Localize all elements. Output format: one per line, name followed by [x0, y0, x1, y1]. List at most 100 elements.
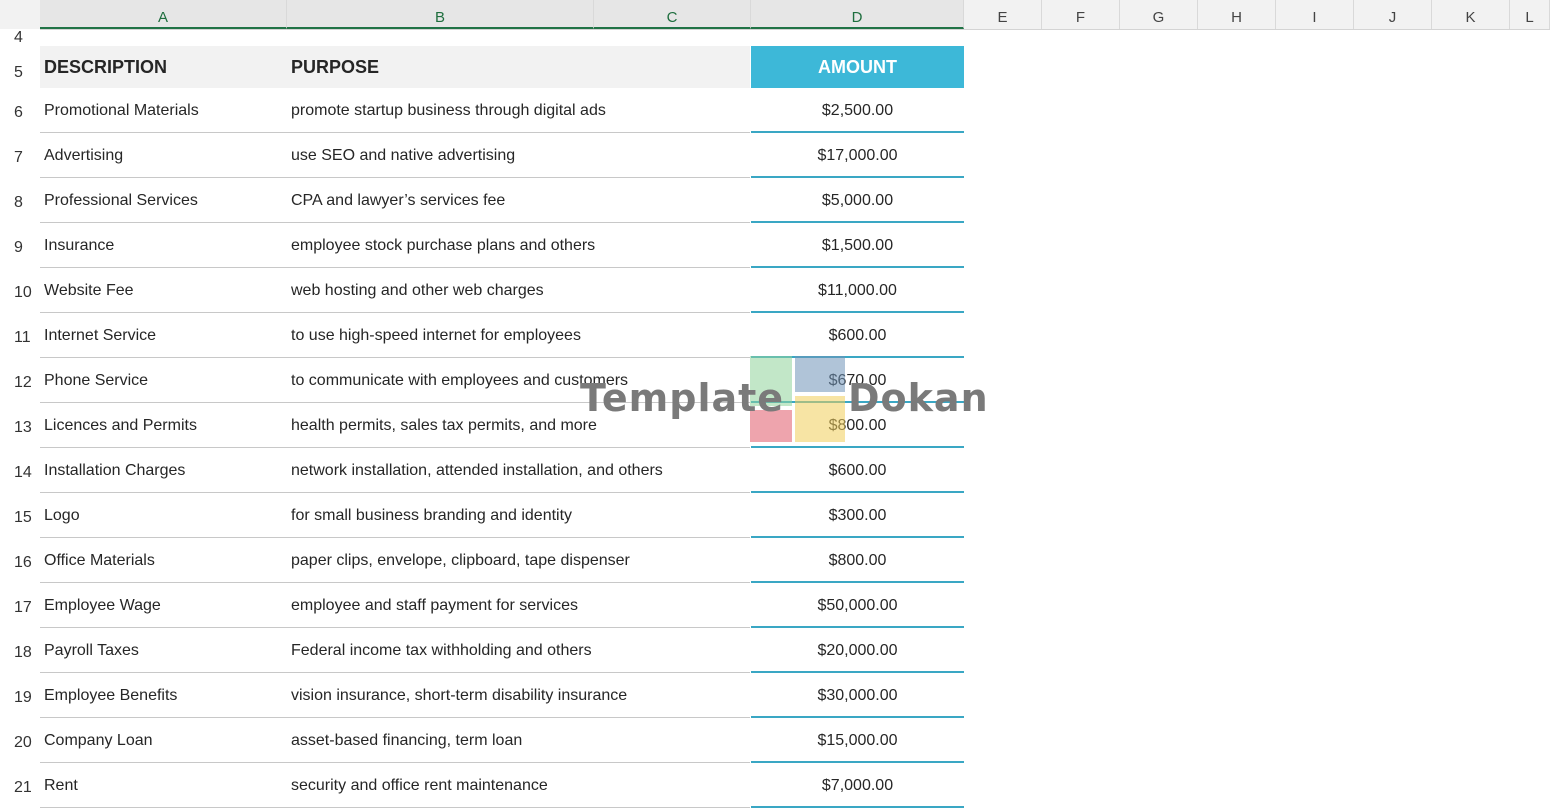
- cell-amount[interactable]: $300.00: [751, 493, 964, 538]
- cell-purpose[interactable]: for small business branding and identity: [291, 493, 572, 538]
- column-header-a[interactable]: A: [40, 0, 287, 29]
- cell-amount[interactable]: $670.00: [751, 358, 964, 403]
- row-header-19[interactable]: 19: [0, 689, 40, 707]
- column-header-b[interactable]: B: [287, 0, 594, 29]
- column-header-d[interactable]: D: [751, 0, 964, 29]
- table-row: Employee Benefits vision insurance, short…: [40, 673, 964, 718]
- cell-purpose[interactable]: CPA and lawyer’s services fee: [291, 178, 505, 223]
- row-header-16[interactable]: 16: [0, 554, 40, 572]
- row-header-20[interactable]: 20: [0, 734, 40, 752]
- row-header-14[interactable]: 14: [0, 464, 40, 482]
- cell-purpose[interactable]: network installation, attended installat…: [291, 448, 663, 493]
- column-header-h[interactable]: H: [1198, 0, 1276, 29]
- table-row: Internet Service to use high-speed intern…: [40, 313, 964, 358]
- cell-amount[interactable]: $20,000.00: [751, 628, 964, 673]
- header-purpose[interactable]: PURPOSE: [291, 46, 379, 88]
- row-header-column: 4 5 6 7 8 9 10 11 12 13 14 15 16 17 18 19 20 21: [0, 29, 40, 800]
- cell-description[interactable]: Advertising: [44, 133, 123, 178]
- table-row: Company Loan asset-based financing, term …: [40, 718, 964, 763]
- row-header-5[interactable]: 5: [0, 64, 40, 82]
- cell-description[interactable]: Installation Charges: [44, 448, 185, 493]
- cell-purpose[interactable]: to use high-speed internet for employees: [291, 313, 581, 358]
- cell-purpose[interactable]: asset-based financing, term loan: [291, 718, 522, 763]
- table-row: Installation Charges network installation…: [40, 448, 964, 493]
- cell-purpose[interactable]: employee stock purchase plans and others: [291, 223, 595, 268]
- column-header-f[interactable]: F: [1042, 0, 1120, 29]
- row-header-15[interactable]: 15: [0, 509, 40, 527]
- table-row: Phone Service to communicate with employe…: [40, 358, 964, 403]
- cell-amount[interactable]: $2,500.00: [751, 88, 964, 133]
- cell-purpose[interactable]: security and office rent maintenance: [291, 763, 548, 808]
- row-header-9[interactable]: 9: [0, 239, 40, 257]
- cell-purpose[interactable]: use SEO and native advertising: [291, 133, 515, 178]
- column-header-e[interactable]: E: [964, 0, 1042, 29]
- cell-amount[interactable]: $5,000.00: [751, 178, 964, 223]
- row-header-18[interactable]: 18: [0, 644, 40, 662]
- cell-amount[interactable]: $30,000.00: [751, 673, 964, 718]
- table-row: Rent security and office rent maintenance…: [40, 763, 964, 808]
- cell-amount[interactable]: $15,000.00: [751, 718, 964, 763]
- cell-amount[interactable]: $17,000.00: [751, 133, 964, 178]
- cell-amount[interactable]: $50,000.00: [751, 583, 964, 628]
- cell-purpose[interactable]: promote startup business through digital…: [291, 88, 606, 133]
- cell-purpose[interactable]: health permits, sales tax permits, and m…: [291, 403, 597, 448]
- row-header-11[interactable]: 11: [0, 329, 40, 347]
- row-header-17[interactable]: 17: [0, 599, 40, 617]
- cell-purpose[interactable]: to communicate with employees and custom…: [291, 358, 628, 403]
- table-row: Advertising use SEO and native advertisin…: [40, 133, 964, 178]
- cell-description[interactable]: Insurance: [44, 223, 114, 268]
- column-header-i[interactable]: I: [1276, 0, 1354, 29]
- cell-purpose[interactable]: paper clips, envelope, clipboard, tape d…: [291, 538, 630, 583]
- cell-amount[interactable]: $800.00: [751, 403, 964, 448]
- cell-description[interactable]: Promotional Materials: [44, 88, 199, 133]
- cell-amount[interactable]: $600.00: [751, 313, 964, 358]
- cell-description[interactable]: Office Materials: [44, 538, 155, 583]
- row-header-8[interactable]: 8: [0, 194, 40, 212]
- table-row: Logo for small business branding and iden…: [40, 493, 964, 538]
- header-description[interactable]: DESCRIPTION: [44, 46, 167, 88]
- cell-amount[interactable]: $800.00: [751, 538, 964, 583]
- table-row: Payroll Taxes Federal income tax withhold…: [40, 628, 964, 673]
- column-header-l[interactable]: L: [1510, 0, 1550, 29]
- column-header-j[interactable]: J: [1354, 0, 1432, 29]
- header-amount[interactable]: AMOUNT: [751, 46, 964, 88]
- table-row: Professional Services CPA and lawyer’s se…: [40, 178, 964, 223]
- cell-description[interactable]: Professional Services: [44, 178, 198, 223]
- cell-description[interactable]: Employee Benefits: [44, 673, 177, 718]
- column-header-bar: ABCDEFGHIJKL: [0, 0, 1550, 30]
- cell-description[interactable]: Internet Service: [44, 313, 156, 358]
- column-header-c[interactable]: C: [594, 0, 751, 29]
- row-header-10[interactable]: 10: [0, 284, 40, 302]
- cell-description[interactable]: Rent: [44, 763, 78, 808]
- row-header-13[interactable]: 13: [0, 419, 40, 437]
- table-row: Promotional Materials promote startup bus…: [40, 88, 964, 133]
- cell-description[interactable]: Logo: [44, 493, 80, 538]
- row-header-6[interactable]: 6: [0, 104, 40, 122]
- row-header-21[interactable]: 21: [0, 779, 40, 797]
- cell-purpose[interactable]: Federal income tax withholding and other…: [291, 628, 592, 673]
- row-header-7[interactable]: 7: [0, 149, 40, 167]
- spreadsheet-grid: DESCRIPTION PURPOSE AMOUNT Promotional M…: [40, 29, 1550, 808]
- cell-amount[interactable]: $7,000.00: [751, 763, 964, 808]
- table-row: Licences and Permits health permits, sale…: [40, 403, 964, 448]
- cell-purpose[interactable]: employee and staff payment for services: [291, 583, 578, 628]
- column-header-g[interactable]: G: [1120, 0, 1198, 29]
- cell-description[interactable]: Payroll Taxes: [44, 628, 139, 673]
- table-row: Insurance employee stock purchase plans a…: [40, 223, 964, 268]
- cell-amount[interactable]: $600.00: [751, 448, 964, 493]
- table-row: Office Materials paper clips, envelope, c…: [40, 538, 964, 583]
- cell-description[interactable]: Employee Wage: [44, 583, 161, 628]
- cell-description[interactable]: Phone Service: [44, 358, 148, 403]
- row-header-4[interactable]: 4: [0, 29, 40, 47]
- table-row: Website Fee web hosting and other web cha…: [40, 268, 964, 313]
- cell-description[interactable]: Licences and Permits: [44, 403, 197, 448]
- cell-amount[interactable]: $11,000.00: [751, 268, 964, 313]
- cell-purpose[interactable]: vision insurance, short-term disability …: [291, 673, 627, 718]
- cell-purpose[interactable]: web hosting and other web charges: [291, 268, 544, 313]
- table-row: Employee Wage employee and staff payment …: [40, 583, 964, 628]
- cell-amount[interactable]: $1,500.00: [751, 223, 964, 268]
- column-header-k[interactable]: K: [1432, 0, 1510, 29]
- row-header-12[interactable]: 12: [0, 374, 40, 392]
- cell-description[interactable]: Website Fee: [44, 268, 134, 313]
- cell-description[interactable]: Company Loan: [44, 718, 153, 763]
